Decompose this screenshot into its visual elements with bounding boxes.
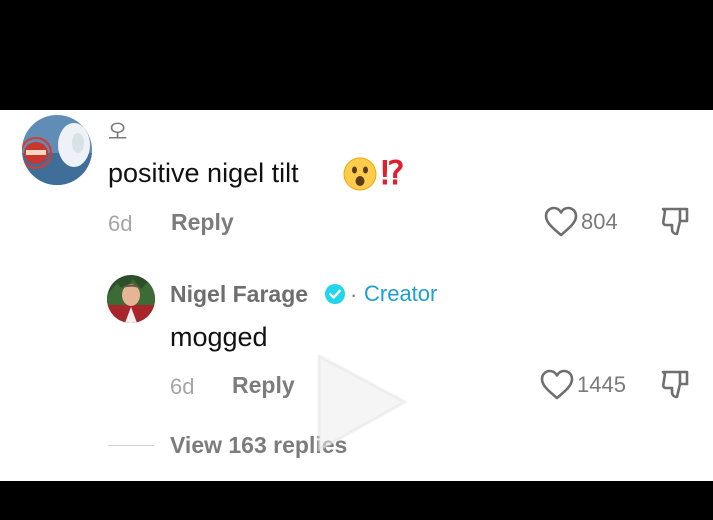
creator-badge: Creator bbox=[364, 281, 438, 306]
verified-icon bbox=[325, 284, 345, 304]
dislike-icon[interactable] bbox=[660, 206, 690, 238]
commenter-avatar[interactable] bbox=[22, 115, 92, 185]
exclamation-question-mark: ⁉ bbox=[381, 155, 405, 191]
creator-name[interactable]: Nigel Farage bbox=[170, 281, 308, 308]
reply-reply-button[interactable]: Reply bbox=[232, 372, 295, 399]
comments-panel: 오 positive nigel tilt ⁉ 6d Reply 804 Nig… bbox=[0, 110, 713, 481]
surprised-face-icon bbox=[343, 157, 377, 191]
reply-text: mogged bbox=[170, 322, 268, 352]
reply-like-count: 1445 bbox=[577, 372, 626, 397]
commenter-username[interactable]: 오 bbox=[108, 116, 127, 146]
dislike-icon[interactable] bbox=[660, 369, 690, 401]
comment-like-button[interactable]: 804 bbox=[544, 206, 618, 238]
comment-like-count: 804 bbox=[581, 209, 618, 234]
reply-like-button[interactable]: 1445 bbox=[540, 369, 626, 401]
video-bottom-area bbox=[0, 481, 713, 520]
comment-text: positive nigel tilt bbox=[108, 158, 299, 188]
heart-icon bbox=[544, 206, 578, 237]
creator-avatar[interactable] bbox=[107, 275, 155, 323]
heart-icon bbox=[540, 369, 574, 400]
video-top-area bbox=[0, 0, 713, 110]
reply-date: 6d bbox=[170, 374, 195, 399]
badge-separator: · bbox=[350, 282, 358, 307]
replies-divider bbox=[108, 445, 154, 446]
comment-reply-button[interactable]: Reply bbox=[171, 209, 234, 236]
play-icon[interactable] bbox=[305, 350, 415, 460]
comment-date: 6d bbox=[108, 211, 133, 236]
